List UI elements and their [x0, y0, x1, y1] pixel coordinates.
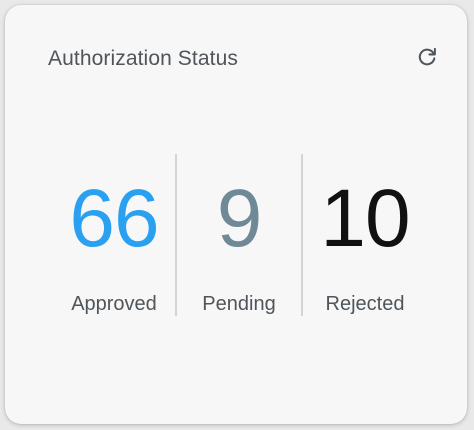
- pending-count: 9: [216, 173, 263, 264]
- refresh-button[interactable]: [415, 45, 439, 69]
- stat-approved[interactable]: 66 Approved: [53, 154, 175, 316]
- stat-rejected[interactable]: 10 Rejected: [303, 154, 427, 316]
- stats-row: 66 Approved 9 Pending 10 Rejected: [53, 154, 425, 316]
- card-title: Authorization Status: [48, 47, 238, 70]
- stat-pending[interactable]: 9 Pending: [177, 154, 301, 316]
- rejected-count: 10: [320, 173, 410, 264]
- pending-label: Pending: [202, 293, 276, 315]
- rejected-label: Rejected: [325, 293, 405, 315]
- authorization-status-card: Authorization Status 66 Approved 9 Pendi…: [5, 5, 467, 424]
- approved-count: 66: [69, 173, 159, 264]
- approved-label: Approved: [71, 293, 157, 315]
- refresh-icon: [416, 46, 438, 68]
